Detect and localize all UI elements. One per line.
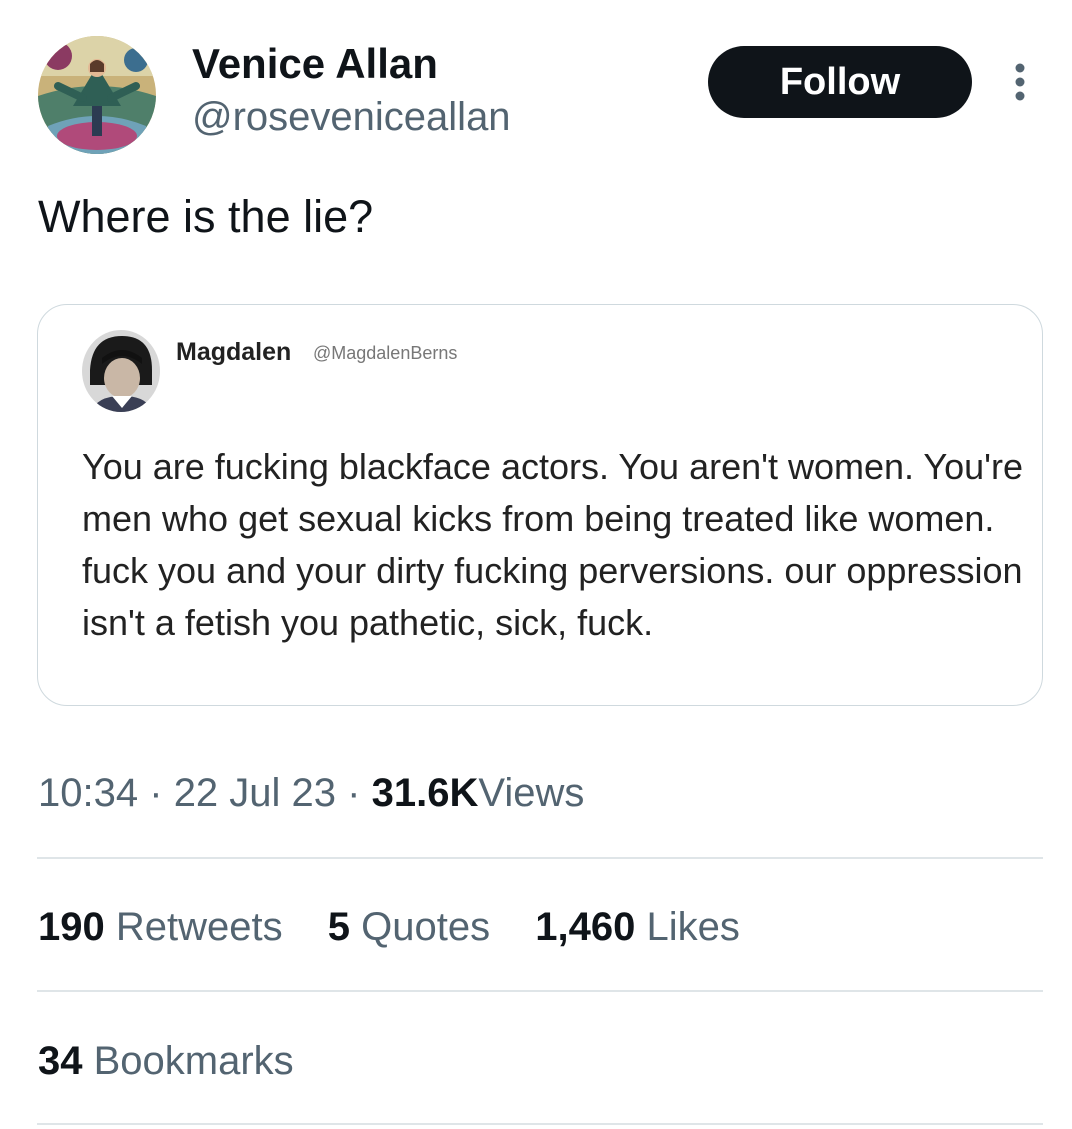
quoted-author-name: Magdalen bbox=[176, 338, 292, 366]
tweet-time[interactable]: 10:34 bbox=[38, 771, 138, 815]
quotes-label: Quotes bbox=[361, 905, 491, 949]
tweet-date[interactable]: 22 Jul 23 bbox=[174, 771, 336, 815]
meta-separator: · bbox=[149, 771, 163, 815]
tweet-text: Where is the lie? bbox=[38, 191, 374, 242]
quoted-tweet-text: You are fucking blackface actors. You ar… bbox=[82, 446, 1024, 643]
views-count: 31.6K bbox=[371, 771, 479, 815]
follow-button[interactable]: Follow bbox=[708, 46, 972, 118]
meta-separator: · bbox=[347, 771, 361, 815]
retweets-label: Retweets bbox=[115, 905, 283, 949]
divider bbox=[37, 1123, 1043, 1125]
views-label: Views bbox=[478, 771, 585, 815]
divider bbox=[37, 857, 1043, 859]
bookmarks-label: Bookmarks bbox=[93, 1039, 294, 1083]
quoted-avatar-photo bbox=[82, 330, 160, 412]
quoted-tweet-image[interactable]: Magdalen @MagdalenBerns You are fucking … bbox=[37, 304, 1043, 706]
engagement-stats: 190 Retweets 5 Quotes 1,460 Likes bbox=[38, 901, 774, 953]
author-handle[interactable]: @roseveniceallan bbox=[192, 94, 511, 140]
quotes-stat[interactable]: 5 Quotes bbox=[328, 901, 490, 953]
retweets-count: 190 bbox=[38, 905, 105, 949]
quoted-author-handle: @MagdalenBerns bbox=[313, 343, 458, 363]
bookmarks-count: 34 bbox=[38, 1039, 83, 1083]
author-display-name[interactable]: Venice Allan bbox=[192, 40, 438, 88]
tweet-meta: 10:34 · 22 Jul 23 · 31.6KViews bbox=[38, 768, 584, 818]
likes-label: Likes bbox=[646, 905, 740, 949]
retweets-stat[interactable]: 190 Retweets bbox=[38, 901, 283, 953]
divider bbox=[37, 990, 1043, 992]
author-avatar[interactable] bbox=[38, 36, 156, 154]
more-options-icon bbox=[1015, 63, 1025, 101]
more-options-button[interactable] bbox=[1004, 60, 1036, 104]
quotes-count: 5 bbox=[327, 905, 350, 949]
bookmarks-stat[interactable]: 34 Bookmarks bbox=[38, 1035, 294, 1087]
quoted-author-avatar bbox=[82, 330, 160, 412]
likes-stat[interactable]: 1,460 Likes bbox=[535, 901, 740, 953]
likes-count: 1,460 bbox=[535, 905, 636, 949]
avatar-illustration bbox=[38, 36, 156, 154]
